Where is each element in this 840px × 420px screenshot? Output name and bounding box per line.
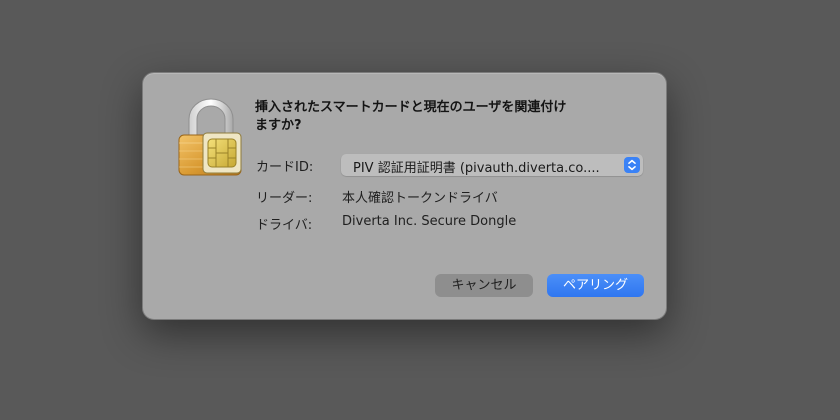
card-id-selected-value: PIV 認証用証明書 (pivauth.diverta.co.... (353, 161, 600, 176)
driver-label: ドライバ: (256, 218, 313, 233)
reader-value: 本人確認トークンドライバ (342, 191, 498, 206)
dialog-title: 挿入されたスマートカードと現在のユーザを関連付け ますか? (255, 99, 635, 135)
card-id-row: カードID: PIV 認証用証明書 (pivauth.diverta.co...… (256, 154, 656, 176)
driver-value: Diverta Inc. Secure Dongle (342, 214, 517, 229)
dialog-title-line1: 挿入されたスマートカードと現在のユーザを関連付け (255, 100, 567, 115)
cancel-button[interactable]: キャンセル (435, 274, 533, 297)
card-id-select[interactable]: PIV 認証用証明書 (pivauth.diverta.co.... (341, 154, 643, 176)
card-id-label: カードID: (256, 160, 314, 175)
padlock-smartcard-icon (178, 98, 242, 176)
pair-button[interactable]: ペアリング (547, 274, 644, 297)
dialog-title-line2: ますか? (255, 118, 302, 133)
pairing-dialog: 挿入されたスマートカードと現在のユーザを関連付け ますか? カードID: PIV… (142, 72, 667, 320)
reader-row: リーダー: 本人確認トークンドライバ (256, 185, 656, 206)
driver-row: ドライバ: Diverta Inc. Secure Dongle (256, 212, 656, 233)
chevron-updown-icon[interactable] (624, 157, 640, 173)
reader-label: リーダー: (256, 191, 313, 206)
